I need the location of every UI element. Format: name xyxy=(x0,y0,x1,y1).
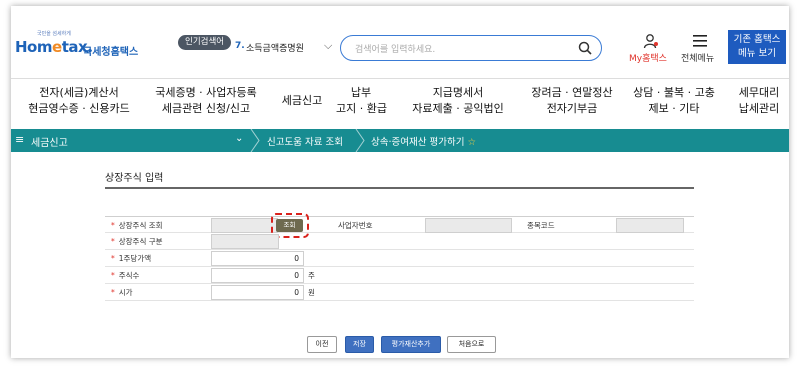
stock-code-field xyxy=(616,218,684,233)
nav-item-incentive[interactable]: 장려금 · 연말정산 전자기부금 xyxy=(519,85,625,117)
biz-no-label: 사업자번호 xyxy=(338,221,373,230)
breadcrumb-separator-icon xyxy=(355,129,365,152)
popular-search-badge: 인기검색어 xyxy=(178,35,232,50)
my-hometax-label: My홈택스 xyxy=(629,54,667,64)
nav-item-line1: 세금신고 xyxy=(281,94,323,107)
popular-search-term[interactable]: 소득금액증명원 xyxy=(246,41,304,54)
stock-type-field xyxy=(211,234,279,249)
form-row-stock-lookup: * 상장주식 조회 조회 사업자번호 종목코드 xyxy=(105,213,694,238)
required-mark: * xyxy=(111,237,115,246)
nav-item-line2: 전자기부금 xyxy=(546,102,598,115)
required-mark: * xyxy=(111,288,115,297)
nav-item-line2: 제보 · 기타 xyxy=(648,102,700,115)
nav-item-line1: 전자(세금)계산서 xyxy=(39,86,119,99)
first-button[interactable]: 처음으로 xyxy=(447,336,496,353)
field-label-text: 1주당가액 xyxy=(118,254,152,263)
main-nav: 전자(세금)계산서 현금영수증 · 신용카드 국세증명 · 사업자등록 세금관련… xyxy=(11,78,789,126)
header: 국민을 섬세하게 Hometax. 국세청홈택스 인기검색어 7. 소득금액증명… xyxy=(11,6,789,78)
nav-item-tax-return[interactable]: 세금신고 xyxy=(267,93,337,109)
stock-name-field xyxy=(211,218,278,233)
form-row-share-count: * 주식수 0 주 xyxy=(105,267,694,284)
field-label-text: 주식수 xyxy=(118,271,140,280)
breadcrumb-section[interactable]: 세금신고 xyxy=(31,134,68,149)
page-title: 상장주식 입력 xyxy=(105,173,164,184)
nav-item-line2: 고지 · 환급 xyxy=(336,102,387,115)
user-icon xyxy=(643,34,658,49)
save-button[interactable]: 저장 xyxy=(345,336,374,353)
field-label-text: 상장주식 구분 xyxy=(118,237,163,246)
title-divider xyxy=(105,187,694,189)
nav-item-line1: 상담 · 불복 · 고충 xyxy=(633,86,715,99)
nav-item-line2: 세금관련 신청/신고 xyxy=(161,102,251,115)
chevron-down-icon[interactable]: ⌄ xyxy=(235,133,243,144)
nav-item-tax-agent[interactable]: 세무대리 납세관리 xyxy=(729,85,789,117)
logo-wordmark-e: e xyxy=(52,38,62,56)
star-icon[interactable]: ☆ xyxy=(467,137,476,148)
field-label: * 1주당가액 xyxy=(111,253,151,264)
field-label: * 상장주식 조회 xyxy=(111,220,163,231)
logo-wordmark-prefix: Hom xyxy=(15,38,53,56)
field-label-text: 시가 xyxy=(118,288,133,297)
nav-item-consultation[interactable]: 상담 · 불복 · 고충 제보 · 기타 xyxy=(626,85,722,117)
breadcrumb-bar: ≡ 세금신고 ⌄ 신고도움 자료 조회 상속·증여재산 평가하기 ☆ xyxy=(11,129,789,152)
menu-icon[interactable]: ≡ xyxy=(15,133,24,146)
market-value-input[interactable]: 0 xyxy=(211,285,304,300)
hamburger-icon xyxy=(693,35,707,47)
nav-item-line1: 장려금 · 연말정산 xyxy=(531,86,613,99)
popular-search-rank: 7. xyxy=(235,41,245,51)
nav-item-certificate[interactable]: 국세증명 · 사업자등록 세금관련 신청/신고 xyxy=(143,85,269,117)
nav-item-line2: 현금영수증 · 신용카드 xyxy=(28,102,130,115)
app-window: 국민을 섬세하게 Hometax. 국세청홈택스 인기검색어 7. 소득금액증명… xyxy=(11,6,789,358)
nav-item-payment-statement[interactable]: 지급명세서 자료제출 · 공익법인 xyxy=(406,85,510,117)
nav-item-line1: 납부 xyxy=(350,86,372,99)
classic-menu-line1: 기존 홈택스 xyxy=(733,34,781,45)
field-label: * 주식수 xyxy=(111,270,139,281)
breadcrumb-current-label: 상속·증여재산 평가하기 xyxy=(371,137,465,148)
action-buttons: 이전 저장 평가재산추가 처음으로 xyxy=(11,336,789,353)
biz-no-field xyxy=(425,218,512,233)
all-menu-label: 전체메뉴 xyxy=(681,54,715,64)
logo-wordmark: Hometax. xyxy=(15,38,93,56)
nav-item-line2: 자료제출 · 공익법인 xyxy=(412,102,504,115)
add-asset-button[interactable]: 평가재산추가 xyxy=(381,336,441,353)
breadcrumb-item-lookup[interactable]: 신고도움 자료 조회 xyxy=(267,134,343,148)
required-mark: * xyxy=(111,254,115,263)
form-row-market-value: * 시가 0 원 xyxy=(105,284,694,301)
search-icon[interactable] xyxy=(578,41,592,55)
stock-code-label: 종목코드 xyxy=(527,221,555,230)
classic-menu-line2: 메뉴 보기 xyxy=(738,48,776,59)
nav-item-line1: 세무대리 xyxy=(738,86,780,99)
search-input[interactable]: 검색어를 입력하세요. xyxy=(340,35,602,61)
nav-item-e-invoice[interactable]: 전자(세금)계산서 현금영수증 · 신용카드 xyxy=(17,85,141,117)
required-mark: * xyxy=(111,271,115,280)
logo-subtitle: 국세청홈택스 xyxy=(83,47,139,58)
nav-item-line1: 국세증명 · 사업자등록 xyxy=(155,86,257,99)
price-per-share-input[interactable]: 0 xyxy=(211,251,304,266)
breadcrumb-separator-icon xyxy=(250,129,260,152)
my-hometax-button[interactable]: My홈택스 xyxy=(629,33,675,65)
nav-item-payment[interactable]: 납부 고지 · 환급 xyxy=(336,85,387,117)
all-menu-button[interactable]: 전체메뉴 xyxy=(681,33,721,65)
prev-button[interactable]: 이전 xyxy=(307,336,337,353)
breadcrumb-item-current: 상속·증여재산 평가하기 ☆ xyxy=(371,134,476,148)
form-row-stock-type: * 상장주식 구분 xyxy=(105,233,694,250)
classic-menu-button[interactable]: 기존 홈택스 메뉴 보기 xyxy=(728,30,786,64)
won-unit: 원 xyxy=(308,288,315,297)
nav-item-line2: 납세관리 xyxy=(738,102,780,115)
search-placeholder: 검색어를 입력하세요. xyxy=(355,45,436,55)
field-label: * 상장주식 구분 xyxy=(111,236,163,247)
nav-item-line1: 지급명세서 xyxy=(432,86,484,99)
field-label-text: 상장주식 조회 xyxy=(118,221,163,230)
chevron-down-icon[interactable]: ⌵ xyxy=(324,39,332,53)
required-mark: * xyxy=(111,221,115,230)
share-unit: 주 xyxy=(308,271,315,280)
logo-tagline: 국민을 섬세하게 xyxy=(37,31,71,37)
share-count-input[interactable]: 0 xyxy=(211,268,304,283)
form-row-price-per-share: * 1주당가액 0 xyxy=(105,250,694,267)
field-label: * 시가 xyxy=(111,287,133,298)
